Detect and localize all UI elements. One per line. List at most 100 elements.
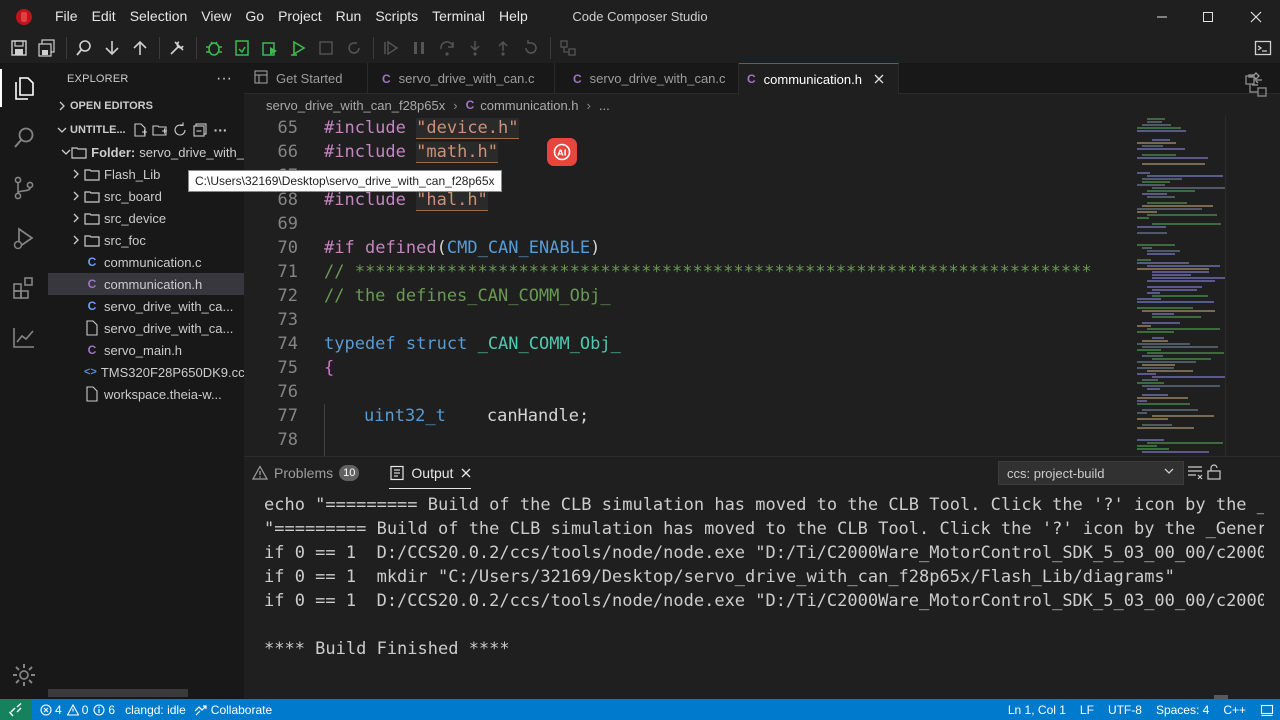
- previous-match-button[interactable]: [127, 35, 153, 61]
- analytics-view-button[interactable]: [0, 313, 48, 363]
- clear-output-button[interactable]: [1186, 463, 1204, 484]
- line-ending[interactable]: LF: [1080, 703, 1094, 717]
- menu-go[interactable]: Go: [238, 0, 271, 33]
- suspend-button[interactable]: [406, 35, 432, 61]
- step-over-button[interactable]: [434, 35, 460, 61]
- menu-project[interactable]: Project: [271, 0, 329, 33]
- run-debug-view-button[interactable]: [0, 213, 48, 263]
- flash-button[interactable]: [229, 35, 255, 61]
- build-settings-button[interactable]: [164, 35, 190, 61]
- menu-selection[interactable]: Selection: [123, 0, 195, 33]
- tree-item-workspace-theia-w-[interactable]: workspace.theia-w...: [48, 383, 244, 405]
- step-out-button[interactable]: [490, 35, 516, 61]
- manage-button[interactable]: [0, 650, 48, 700]
- tree-item-tms320f28p650dk9-ccxml[interactable]: <>TMS320F28P650DK9.ccxml: [48, 361, 244, 383]
- sidebar-horizontal-scrollbar[interactable]: [48, 689, 188, 697]
- svg-text:AI: AI: [557, 149, 566, 158]
- code-editor[interactable]: 65 #include "device.h" 66 #include "math…: [244, 116, 1129, 456]
- new-file-icon[interactable]: [132, 122, 148, 138]
- source-control-view-button[interactable]: [0, 163, 48, 213]
- menu-help[interactable]: Help: [492, 0, 535, 33]
- close-tab-icon[interactable]: [874, 72, 884, 87]
- tree-item-communication-h[interactable]: Ccommunication.h: [48, 273, 244, 295]
- minimize-button[interactable]: [1139, 0, 1185, 33]
- tab-servo-drive-with-can-c-2[interactable]: C servo_drive_with_can.c: [555, 63, 739, 94]
- close-window-button[interactable]: [1233, 0, 1279, 33]
- flash-icon: [235, 40, 249, 56]
- notifications-button[interactable]: [1260, 703, 1274, 717]
- resume-button[interactable]: [378, 35, 404, 61]
- explorer-view-button[interactable]: [0, 63, 48, 113]
- bug-icon: [206, 41, 222, 56]
- ccs-logo-icon: [16, 8, 32, 25]
- editor-vertical-scrollbar[interactable]: [1225, 116, 1239, 456]
- minimap-line: [1142, 340, 1168, 342]
- new-folder-icon[interactable]: [152, 122, 168, 138]
- breadcrumb-file[interactable]: communication.h: [480, 98, 578, 113]
- menu-edit[interactable]: Edit: [85, 0, 123, 33]
- more-icon[interactable]: ···: [214, 122, 228, 138]
- menu-file[interactable]: File: [48, 0, 85, 33]
- code-line: 70 #if defined(CMD_CAN_ENABLE): [244, 236, 1129, 260]
- collaborate-button[interactable]: Collaborate: [194, 703, 272, 717]
- minimap[interactable]: [1129, 116, 1225, 456]
- step-into-button[interactable]: [462, 35, 488, 61]
- more-actions-icon[interactable]: ···: [216, 70, 232, 88]
- tree-item-src-device[interactable]: src_device: [48, 207, 244, 229]
- outline-button[interactable]: [1244, 74, 1268, 101]
- save-button[interactable]: [6, 35, 32, 61]
- refresh-icon[interactable]: [172, 122, 188, 138]
- indentation[interactable]: Spaces: 4: [1156, 703, 1209, 717]
- breadcrumb-more[interactable]: ...: [599, 98, 610, 113]
- menu-bar: File Edit Selection View Go Project Run …: [48, 0, 535, 33]
- restart-button[interactable]: [518, 35, 544, 61]
- tree-item-servo-main-h[interactable]: Cservo_main.h: [48, 339, 244, 361]
- clangd-status[interactable]: clangd: idle: [125, 703, 186, 717]
- menu-view[interactable]: View: [194, 0, 238, 33]
- connect-button[interactable]: [555, 35, 581, 61]
- tab-get-started[interactable]: Get Started: [244, 63, 368, 94]
- search-button[interactable]: [71, 35, 97, 61]
- menu-scripts[interactable]: Scripts: [368, 0, 425, 33]
- workspace-section[interactable]: UNTITLE... ···: [48, 119, 244, 141]
- menu-terminal[interactable]: Terminal: [425, 0, 492, 33]
- collapse-all-icon[interactable]: [192, 122, 208, 138]
- run-button[interactable]: [285, 35, 311, 61]
- file-encoding[interactable]: UTF-8: [1108, 703, 1142, 717]
- tree-item-servo-drive-with-ca-[interactable]: servo_drive_with_ca...: [48, 317, 244, 339]
- menu-run[interactable]: Run: [329, 0, 369, 33]
- reset-button[interactable]: [341, 35, 367, 61]
- save-all-button[interactable]: [34, 35, 60, 61]
- cursor-position[interactable]: Ln 1, Col 1: [1008, 703, 1066, 717]
- language-mode[interactable]: C++: [1223, 703, 1246, 717]
- breadcrumb-root[interactable]: servo_drive_with_can_f28p65x: [266, 98, 445, 113]
- tab-problems[interactable]: Problems 10: [252, 457, 360, 489]
- extensions-view-button[interactable]: [0, 263, 48, 313]
- terminate-button[interactable]: [313, 35, 339, 61]
- tab-communication-h[interactable]: C communication.h: [739, 63, 899, 94]
- tab-output[interactable]: Output: [389, 457, 472, 489]
- next-match-button[interactable]: [99, 35, 125, 61]
- tree-item-src-foc[interactable]: src_foc: [48, 229, 244, 251]
- debug-button[interactable]: [201, 35, 227, 61]
- open-editors-section[interactable]: OPEN EDITORS: [48, 95, 244, 117]
- clangd-label: clangd: idle: [125, 702, 186, 717]
- tab-servo-drive-with-can-c-1[interactable]: C servo_drive_with_can.c: [368, 63, 555, 94]
- error-icon: [40, 703, 52, 716]
- load-button[interactable]: [257, 35, 283, 61]
- search-view-button[interactable]: [0, 113, 48, 163]
- ai-assistant-button[interactable]: AI: [547, 138, 577, 166]
- close-panel-tab-icon[interactable]: [461, 465, 471, 481]
- toggle-terminal-button[interactable]: [1250, 35, 1276, 61]
- tree-item-servo-drive-with-ca-[interactable]: Cservo_drive_with_ca...: [48, 295, 244, 317]
- output-channel-select[interactable]: ccs: project-build: [998, 461, 1184, 485]
- minimap-line: [1147, 175, 1223, 177]
- minimap-line: [1137, 259, 1151, 261]
- problems-status[interactable]: 4 0 6: [40, 703, 115, 717]
- lock-scroll-button[interactable]: [1206, 463, 1222, 484]
- maximize-button[interactable]: [1185, 0, 1231, 33]
- tree-item-communication-c[interactable]: Ccommunication.c: [48, 251, 244, 273]
- remote-button[interactable]: [0, 699, 32, 720]
- project-folder-row[interactable]: Folder: servo_drive_with_: [48, 141, 244, 163]
- output-content[interactable]: echo "========= Build of the CLB simulat…: [264, 493, 1264, 661]
